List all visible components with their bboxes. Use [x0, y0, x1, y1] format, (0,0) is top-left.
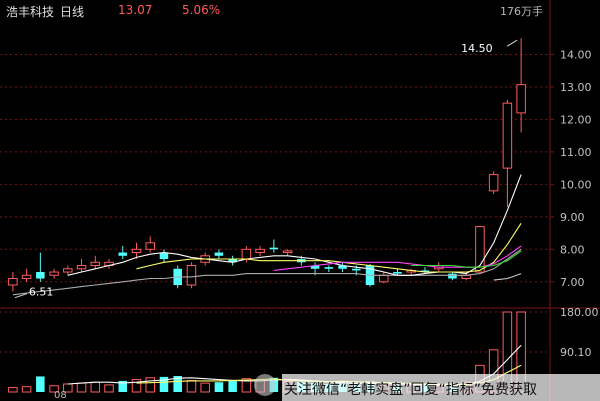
price-tick-label: 14.00	[560, 48, 592, 61]
candle-body-up	[8, 278, 18, 286]
price-tick-label: 13.00	[560, 81, 592, 94]
candle-body-down	[269, 247, 279, 250]
volume-bar-up	[76, 382, 87, 393]
volume-bar-up	[8, 387, 18, 393]
volume-bar-up	[90, 381, 101, 393]
price-tick-label: 7.00	[560, 276, 585, 289]
volume-axis: 180.00 90.10	[560, 306, 599, 359]
price-tick-label: 8.00	[560, 243, 585, 256]
price-tick-label: 12.00	[560, 113, 592, 126]
ma-line-ma60	[493, 273, 522, 281]
candle-body-down	[36, 272, 45, 279]
volume-bar-up	[145, 377, 155, 393]
kline-stage: 14.00 13.00 12.00 11.00 10.00 9.00 8.00 7.00 18…	[0, 0, 600, 401]
period-label: 日线	[60, 5, 85, 19]
candle-body-down	[393, 272, 402, 274]
candle-body-up	[21, 274, 32, 280]
candle-body-up	[255, 248, 265, 254]
volume-tick-label: 180.00	[560, 306, 599, 319]
volume-bar-up	[200, 382, 210, 393]
candle-body-down	[324, 267, 334, 269]
candle-body-down	[352, 268, 361, 271]
volume-tick-label: 90.10	[560, 346, 592, 359]
candle-body-down	[448, 273, 457, 279]
candle-body-up	[131, 248, 142, 254]
price-tick-label: 10.00	[560, 178, 592, 191]
candle-group	[8, 38, 526, 292]
candle-body-down	[118, 252, 128, 256]
volume-bar-up	[21, 386, 32, 393]
candle-body-up	[63, 268, 73, 273]
candle-body-down	[159, 252, 169, 260]
high-marker-line	[506, 39, 518, 47]
price-axis: 14.00 13.00 12.00 11.00 10.00 9.00 8.00 7.00	[560, 48, 592, 288]
candle-body-up	[516, 84, 526, 114]
volume-bar-up	[104, 384, 114, 393]
candle-body-up	[282, 250, 293, 254]
ma-lines	[12, 174, 522, 296]
current-price: 13.07	[118, 3, 153, 17]
price-annotations: 14.50 6.51	[14, 39, 518, 299]
price-tick-label: 11.00	[560, 146, 592, 159]
candle-body-up	[488, 174, 499, 192]
volume-bar-down	[36, 376, 45, 392]
volume-bar-down	[214, 382, 224, 392]
ma-line-ma30	[411, 250, 522, 268]
volume-bar-up	[186, 379, 197, 393]
watermark-text: 关注微信“老韩实盘”回复“指标”免费获取	[284, 382, 538, 398]
high-price-label: 14.50	[461, 42, 493, 55]
volume-bar-down	[228, 380, 237, 392]
candle-body-up	[90, 261, 101, 267]
candle-body-down	[214, 252, 224, 256]
change-percent: 5.06%	[182, 3, 221, 17]
x-axis-label: 08	[54, 390, 67, 401]
volume-label: 176万手	[500, 5, 543, 18]
candle-body-up	[502, 102, 513, 169]
candle-body-up	[241, 248, 252, 260]
low-price-label: 6.51	[29, 286, 54, 299]
price-tick-label: 9.00	[560, 211, 585, 224]
candle-body-up	[145, 242, 155, 250]
candle-body-up	[76, 265, 87, 270]
ma-line-ma10	[136, 223, 522, 273]
candle-body-up	[379, 274, 389, 283]
candle-body-up	[49, 271, 59, 276]
watermark-logo	[254, 374, 276, 396]
candle-body-up	[186, 265, 197, 286]
stock-name: 浩丰科技	[6, 5, 55, 19]
